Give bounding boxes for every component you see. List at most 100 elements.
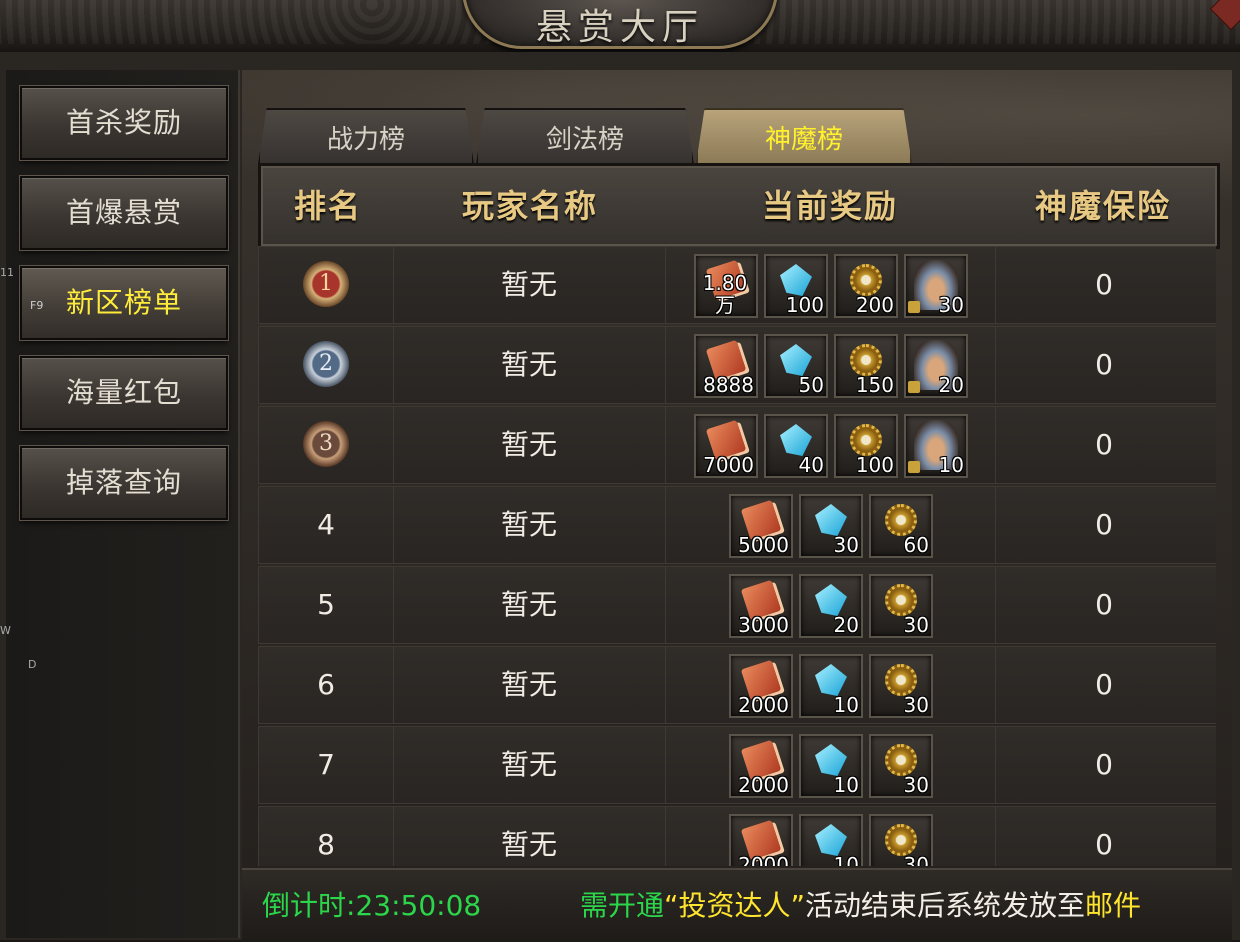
reward-count: 20 [833, 613, 859, 637]
player-name: 暂无 [393, 247, 666, 323]
countdown-label: 倒计时: [262, 889, 356, 922]
gem-icon [780, 424, 812, 456]
rank-cell: 4 [259, 487, 394, 563]
reward-item[interactable]: 40 [764, 414, 828, 478]
reward-count: 200 [855, 293, 894, 317]
player-name: 暂无 [393, 807, 666, 866]
reward-cell: 5000 30 60 [665, 487, 996, 563]
reward-count: 10 [938, 453, 964, 477]
insurance-value: 0 [1095, 588, 1113, 621]
reward-count: 2000 [738, 853, 789, 866]
reward-item[interactable]: 8888 [694, 334, 758, 398]
reward-item[interactable]: 20 [904, 334, 968, 398]
close-icon[interactable] [1209, 0, 1240, 31]
header-rank: 排名 [293, 187, 362, 225]
reward-item[interactable]: 30 [799, 494, 863, 558]
reward-item[interactable]: 30 [869, 734, 933, 798]
reward-item[interactable]: 30 [869, 814, 933, 866]
countdown-value: 23:50:08 [355, 889, 482, 922]
reward-item[interactable]: 5000 [729, 494, 793, 558]
reward-count: 30 [903, 693, 929, 717]
reward-item[interactable]: 10 [799, 654, 863, 718]
reward-item[interactable]: 2000 [729, 734, 793, 798]
sidebar-item-new-server-rank[interactable]: 新区榜单 [19, 265, 229, 341]
reward-count: 30 [833, 533, 859, 557]
gear-icon [850, 344, 882, 376]
rank-cell: 1 [259, 247, 394, 323]
notice-part1: 需开通 [580, 889, 665, 922]
reward-item[interactable]: 10 [799, 734, 863, 798]
reward-cell: 2000 10 30 [665, 647, 996, 723]
reward-item[interactable]: 1.80万 [694, 254, 758, 318]
reward-item[interactable]: 30 [869, 574, 933, 638]
reward-cell: 7000 40 100 10 [665, 407, 996, 483]
reward-item[interactable]: 50 [764, 334, 828, 398]
tab-sword[interactable]: 剑法榜 [476, 108, 694, 164]
reward-item[interactable]: 100 [834, 414, 898, 478]
insurance-value: 0 [1095, 668, 1113, 701]
hotkey-label: F9 [30, 299, 44, 312]
reward-item[interactable]: 3000 [729, 574, 793, 638]
gem-icon [815, 504, 847, 536]
reward-item[interactable]: 150 [834, 334, 898, 398]
sidebar-item-first-drop[interactable]: 首爆悬赏 [19, 175, 229, 251]
insurance-value: 0 [1095, 348, 1113, 381]
sidebar-item-drop-query[interactable]: 掉落查询 [19, 445, 229, 521]
table-row: 3 暂无 7000 40 100 10 0 [258, 406, 1216, 484]
reward-item[interactable]: 30 [904, 254, 968, 318]
insurance-value: 0 [1095, 268, 1113, 301]
reward-cell: 1.80万 100 200 30 [665, 247, 996, 323]
reward-notice: 需开通“投资达人”活动结束后系统发放至邮件 [580, 870, 1141, 942]
reward-item[interactable]: 60 [869, 494, 933, 558]
gear-icon [885, 744, 917, 776]
title-bar: 悬赏大厅 [0, 0, 1240, 54]
reward-count: 50 [798, 373, 824, 397]
reward-count: 10 [833, 693, 859, 717]
reward-item[interactable]: 30 [869, 654, 933, 718]
lock-icon [908, 461, 920, 473]
sidebar-item-red-packet[interactable]: 海量红包 [19, 355, 229, 431]
reward-item[interactable]: 100 [764, 254, 828, 318]
sidebar-item-first-kill[interactable]: 首杀奖励 [19, 85, 229, 161]
reward-cell: 2000 10 30 [665, 727, 996, 803]
player-name: 暂无 [393, 327, 666, 403]
reward-item[interactable]: 2000 [729, 814, 793, 866]
insurance-value: 0 [1095, 828, 1113, 861]
notice-mail: 邮件 [1085, 889, 1142, 922]
reward-item[interactable]: 10 [799, 814, 863, 866]
rank-medal-icon: 2 [303, 341, 349, 387]
window-title: 悬赏大厅 [535, 7, 704, 48]
reward-item[interactable]: 7000 [694, 414, 758, 478]
tab-combat-power[interactable]: 战力榜 [258, 108, 474, 164]
reward-count: 7000 [703, 453, 754, 477]
rank-medal-icon: 3 [303, 421, 349, 467]
insurance-value: 0 [1095, 748, 1113, 781]
rank-cell: 8 [259, 807, 394, 866]
reward-count: 30 [938, 293, 964, 317]
header-player: 玩家名称 [461, 187, 598, 225]
table-row: 4 暂无 5000 30 60 0 [258, 486, 1216, 564]
rank-table: 1 暂无 1.80万 100 200 30 0 2 暂无 8888 50 150 20 0 3 暂无 7000 4… [258, 246, 1216, 866]
edge-label: 11 [0, 266, 14, 279]
countdown: 倒计时:23:50:08 [262, 870, 481, 942]
insurance-value: 0 [1095, 428, 1113, 461]
reward-item[interactable]: 10 [904, 414, 968, 478]
table-row: 5 暂无 3000 20 30 0 [258, 566, 1216, 644]
reward-cell: 3000 20 30 [665, 567, 996, 643]
reward-count: 2000 [738, 773, 789, 797]
reward-item[interactable]: 20 [799, 574, 863, 638]
rank-cell: 7 [259, 727, 394, 803]
player-name: 暂无 [393, 567, 666, 643]
edge-label: W [0, 624, 11, 637]
reward-item[interactable]: 200 [834, 254, 898, 318]
player-name: 暂无 [393, 407, 666, 483]
gem-icon [815, 744, 847, 776]
player-name: 暂无 [393, 647, 666, 723]
tab-god-demon[interactable]: 神魔榜 [696, 108, 912, 164]
reward-count: 100 [855, 453, 894, 477]
gear-icon [885, 664, 917, 696]
reward-item[interactable]: 2000 [729, 654, 793, 718]
gear-icon [850, 424, 882, 456]
header-reward: 当前奖励 [761, 187, 898, 225]
reward-count: 20 [938, 373, 964, 397]
